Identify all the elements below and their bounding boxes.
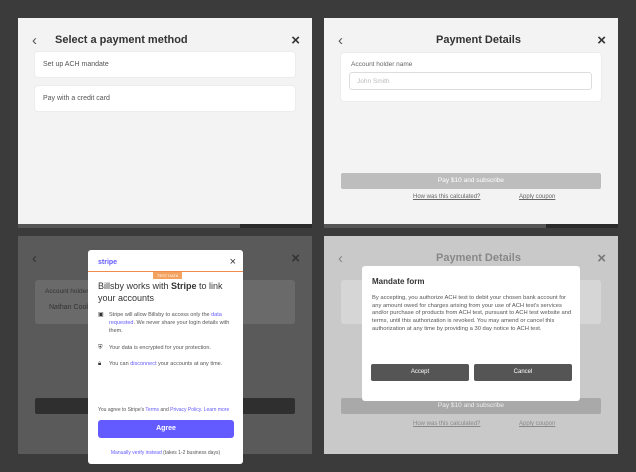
modal-heading: Billsby works with Stripe to link your a…: [98, 280, 236, 304]
list-item: ⛨ Your data is encrypted for your protec…: [98, 344, 236, 352]
close-icon[interactable]: ×: [230, 256, 236, 268]
note-text: You agree to Stripe's: [98, 407, 146, 413]
stripe-modal: stripe × TEST DATA Billsby works with St…: [88, 250, 243, 464]
privacy-link[interactable]: Privacy Policy: [170, 407, 201, 413]
pay-subscribe-button[interactable]: Pay $10 and subscribe: [341, 173, 601, 189]
learn-more-link[interactable]: . Learn more: [201, 407, 229, 413]
close-icon[interactable]: ×: [597, 32, 606, 49]
list-item: 🔒︎ You can disconnect your accounts at a…: [98, 360, 236, 368]
item-text: Stripe will allow Billsby to access only…: [109, 312, 212, 318]
page-title: Select a payment method: [55, 34, 188, 46]
apply-coupon-link[interactable]: Apply coupon: [519, 194, 555, 200]
manual-verify-link[interactable]: Manually verify instead: [111, 450, 162, 456]
data-icon: ▣: [98, 312, 104, 318]
back-icon[interactable]: ‹: [32, 250, 37, 267]
agree-note: You agree to Stripe's Terms and Privacy …: [98, 407, 229, 413]
account-card: Account holder name John Smith: [341, 53, 601, 101]
item-text: your accounts at any time.: [156, 361, 223, 367]
mandate-modal: Mandate form By accepting, you authorize…: [362, 266, 580, 401]
credit-card-option[interactable]: Pay with a credit card: [35, 86, 295, 111]
account-holder-label: Account holder name: [351, 61, 413, 68]
ach-mandate-option[interactable]: Set up ACH mandate: [35, 52, 295, 77]
terms-link[interactable]: Terms: [145, 407, 159, 413]
list-item: ▣ Stripe will allow Billsby to access on…: [98, 311, 236, 335]
close-icon[interactable]: ×: [291, 32, 300, 49]
test-data-badge: TEST DATA: [153, 272, 183, 279]
account-holder-input[interactable]: John Smith: [349, 72, 592, 90]
note-text: and: [159, 407, 171, 413]
stripe-logo: stripe: [98, 259, 118, 266]
heading-text: Billsby works with: [98, 281, 172, 291]
page-title: Payment Details: [436, 252, 521, 264]
divider: [324, 224, 618, 228]
manual-verify: Manually verify instead (takes 1-2 busin…: [88, 450, 243, 456]
mandate-text: By accepting, you authorize ACH test to …: [372, 295, 572, 332]
lock-icon: 🔒︎: [98, 361, 102, 367]
back-icon[interactable]: ‹: [338, 250, 343, 267]
how-calculated-link[interactable]: How was this calculated?: [413, 421, 480, 427]
account-holder-value: Nathan Cook: [49, 304, 90, 311]
apply-coupon-link[interactable]: Apply coupon: [519, 421, 555, 427]
payment-details-panel: ‹ Payment Details × Account holder name …: [324, 18, 618, 228]
close-icon[interactable]: ×: [291, 250, 300, 267]
item-text: You can: [109, 361, 131, 367]
agree-button[interactable]: Agree: [98, 420, 234, 438]
modal-title: Mandate form: [372, 277, 425, 286]
disconnect-link[interactable]: disconnect: [130, 361, 156, 367]
how-calculated-link[interactable]: How was this calculated?: [413, 194, 480, 200]
divider: [18, 224, 312, 228]
accept-button[interactable]: Accept: [371, 364, 469, 381]
page-title: Payment Details: [436, 34, 521, 46]
heading-brand: Stripe: [171, 281, 197, 291]
close-icon[interactable]: ×: [597, 250, 606, 267]
manual-note: (takes 1-2 business days): [161, 450, 221, 456]
payment-method-panel: ‹ Select a payment method × Set up ACH m…: [18, 18, 312, 228]
item-text: Your data is encrypted for your protecti…: [109, 345, 211, 351]
cancel-button[interactable]: Cancel: [474, 364, 572, 381]
back-icon[interactable]: ‹: [32, 32, 37, 49]
back-icon[interactable]: ‹: [338, 32, 343, 49]
account-holder-label: Account holder: [45, 288, 89, 295]
shield-icon: ⛨: [98, 345, 103, 351]
